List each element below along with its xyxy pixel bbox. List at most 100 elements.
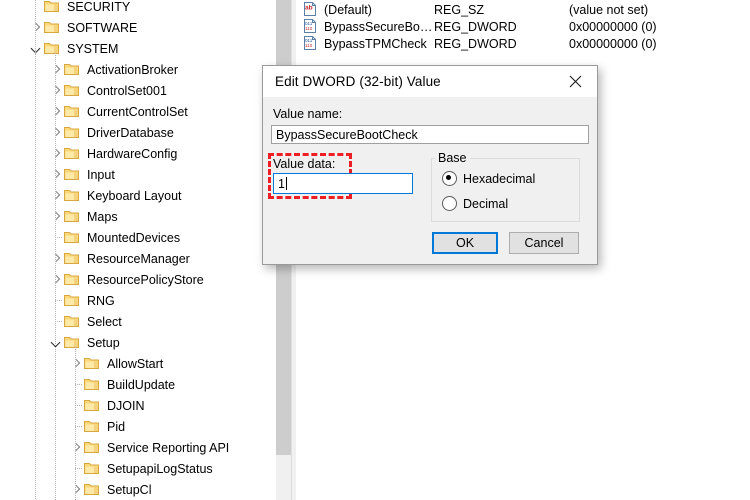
tree-item-resourcemanager[interactable]: ResourceManager — [0, 248, 276, 269]
base-group-box — [431, 158, 580, 222]
tree-item-keyboard-layout[interactable]: Keyboard Layout — [0, 185, 276, 206]
edit-dword-dialog[interactable]: Edit DWORD (32-bit) Value Value name: By… — [262, 65, 598, 265]
tree-item-select[interactable]: Select — [0, 311, 276, 332]
value-type-cell: REG_DWORD — [434, 19, 517, 34]
chevron-right-icon[interactable] — [48, 209, 64, 225]
value-name-cell: BypassSecureBo… — [324, 19, 433, 34]
chevron-down-icon[interactable] — [28, 41, 44, 57]
radio-decimal-label: Decimal — [463, 196, 509, 211]
tree-item-setupcl[interactable]: SetupCl — [0, 479, 276, 500]
chevron-right-icon[interactable] — [48, 104, 64, 120]
tree-item-input[interactable]: Input — [0, 164, 276, 185]
tree-item-djoin[interactable]: DJOIN — [0, 395, 276, 416]
tree-item-setupapilogstatus[interactable]: SetupapiLogStatus — [0, 458, 276, 479]
folder-icon — [64, 189, 79, 202]
radio-decimal[interactable]: Decimal — [442, 196, 508, 211]
tree-item-service-reporting-api[interactable]: Service Reporting API — [0, 437, 276, 458]
tree-item-label: SECURITY — [67, 0, 131, 14]
tree-item-label: MountedDevices — [87, 230, 181, 245]
tree-guide-line — [55, 321, 62, 322]
tree-item-allowstart[interactable]: AllowStart — [0, 353, 276, 374]
folder-icon — [84, 483, 99, 496]
radio-decimal-icon[interactable] — [442, 196, 457, 211]
tree-item-label: AllowStart — [107, 356, 164, 371]
svg-text:110: 110 — [305, 43, 313, 48]
tree-item-resourcepolicystore[interactable]: ResourcePolicyStore — [0, 269, 276, 290]
chevron-down-icon[interactable] — [48, 335, 64, 351]
tree-item-driverdatabase[interactable]: DriverDatabase — [0, 122, 276, 143]
svg-text:ab: ab — [305, 5, 313, 12]
tree-item-label: Service Reporting API — [107, 440, 230, 455]
tree-item-label: BuildUpdate — [107, 377, 176, 392]
chevron-right-icon[interactable] — [68, 482, 84, 498]
tree-item-system[interactable]: SYSTEM — [0, 38, 276, 59]
folder-icon — [64, 315, 79, 328]
registry-tree-pane[interactable]: SECURITY SOFTWARE SYSTEM ActivationBroker Co… — [0, 0, 276, 500]
value-name-label: Value name: — [273, 107, 343, 121]
folder-icon — [64, 147, 79, 160]
tree-item-activationbroker[interactable]: ActivationBroker — [0, 59, 276, 80]
folder-icon — [44, 21, 59, 34]
folder-icon — [64, 294, 79, 307]
dialog-titlebar: Edit DWORD (32-bit) Value — [263, 66, 597, 97]
tree-item-label: Maps — [87, 209, 118, 224]
folder-icon — [64, 210, 79, 223]
value-data-input[interactable]: 1 — [273, 173, 413, 194]
folder-icon — [64, 126, 79, 139]
tree-item-rng[interactable]: RNG — [0, 290, 276, 311]
folder-icon — [64, 273, 79, 286]
value-list-row[interactable]: 011 110 BypassTPMCheck REG_DWORD 0x00000000 … — [296, 35, 750, 52]
tree-guide-line — [75, 347, 76, 500]
tree-guide-line — [75, 405, 82, 406]
cancel-button[interactable]: Cancel — [509, 232, 579, 254]
chevron-right-icon[interactable] — [48, 125, 64, 141]
tree-item-currentcontrolset[interactable]: CurrentControlSet — [0, 101, 276, 122]
folder-icon — [64, 63, 79, 76]
chevron-right-icon[interactable] — [48, 188, 64, 204]
tree-item-label: DriverDatabase — [87, 125, 174, 140]
chevron-right-icon[interactable] — [68, 356, 84, 372]
chevron-right-icon[interactable] — [48, 272, 64, 288]
radio-hexadecimal-label: Hexadecimal — [463, 171, 536, 186]
tree-item-security[interactable]: SECURITY — [0, 0, 276, 17]
folder-icon — [84, 378, 99, 391]
tree-item-hardwareconfig[interactable]: HardwareConfig — [0, 143, 276, 164]
value-name-cell: BypassTPMCheck — [324, 36, 427, 51]
chevron-right-icon[interactable] — [48, 251, 64, 267]
chevron-right-icon[interactable] — [48, 146, 64, 162]
tree-item-maps[interactable]: Maps — [0, 206, 276, 227]
tree-item-label: SetupapiLogStatus — [107, 461, 213, 476]
tree-item-software[interactable]: SOFTWARE — [0, 17, 276, 38]
value-data-cell: 0x00000000 (0) — [569, 36, 657, 51]
tree-item-label: DJOIN — [107, 398, 145, 413]
value-list-row[interactable]: ab (Default) REG_SZ (value not set) — [296, 1, 750, 18]
value-name-text: BypassSecureBootCheck — [276, 127, 418, 142]
ok-button[interactable]: OK — [432, 232, 498, 254]
tree-item-mounteddevices[interactable]: MountedDevices — [0, 227, 276, 248]
value-name-input[interactable]: BypassSecureBootCheck — [271, 125, 589, 144]
folder-icon — [64, 105, 79, 118]
tree-guide-line — [75, 426, 82, 427]
radio-hexadecimal-icon[interactable] — [442, 171, 457, 186]
chevron-right-icon[interactable] — [68, 440, 84, 456]
chevron-right-icon[interactable] — [48, 62, 64, 78]
text-caret — [285, 177, 287, 190]
tree-item-label: SYSTEM — [67, 41, 119, 56]
close-icon[interactable] — [553, 66, 597, 96]
tree-item-controlset001[interactable]: ControlSet001 — [0, 80, 276, 101]
chevron-right-icon[interactable] — [48, 83, 64, 99]
tree-item-buildupdate[interactable]: BuildUpdate — [0, 374, 276, 395]
value-list-row[interactable]: 011 110 BypassSecureBo… REG_DWORD 0x00000000… — [296, 18, 750, 35]
svg-text:110: 110 — [305, 26, 313, 31]
tree-item-label: ActivationBroker — [87, 62, 179, 77]
chevron-right-icon[interactable] — [28, 20, 44, 36]
tree-item-label: SetupCl — [107, 482, 152, 497]
tree-item-pid[interactable]: Pid — [0, 416, 276, 437]
chevron-right-icon[interactable] — [48, 167, 64, 183]
tree-item-label: ControlSet001 — [87, 83, 167, 98]
tree-guide-line — [55, 237, 62, 238]
radio-hexadecimal[interactable]: Hexadecimal — [442, 171, 535, 186]
tree-item-setup[interactable]: Setup — [0, 332, 276, 353]
dialog-title: Edit DWORD (32-bit) Value — [275, 74, 441, 89]
